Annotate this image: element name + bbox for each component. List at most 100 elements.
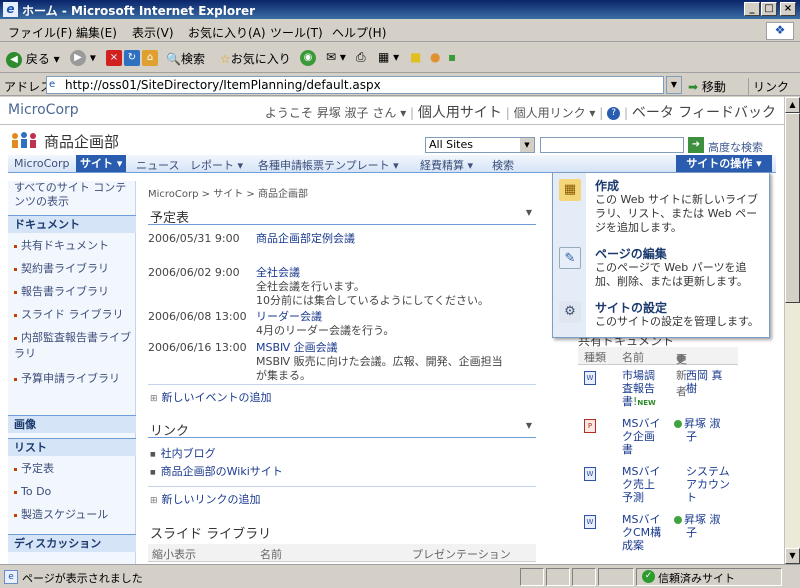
event-title[interactable]: 全社会議 bbox=[256, 266, 300, 279]
nav-expenses[interactable]: 経費精算 ▾ bbox=[420, 157, 473, 173]
breadcrumb[interactable]: MicroCorp > サイト > 商品企画部 bbox=[148, 185, 308, 200]
address-dropdown-button[interactable]: ▼ bbox=[666, 76, 682, 94]
advanced-search-link[interactable]: 高度な検索 bbox=[708, 139, 763, 155]
slides-title[interactable]: スライド ライブラリ bbox=[150, 523, 271, 542]
doc-name-link[interactable]: MSバイ ク企画 書 bbox=[622, 417, 670, 456]
view-all-content-link[interactable]: すべてのサイト コンテンツの表示 bbox=[14, 181, 132, 209]
ql-item-reports[interactable]: 報告書ライブラリ bbox=[14, 284, 132, 300]
go-button[interactable]: ➡ 移動 bbox=[688, 78, 726, 95]
print-button[interactable]: ⎙ bbox=[356, 50, 366, 65]
add-event-link[interactable]: 新しいイベントの追加 bbox=[150, 389, 272, 405]
doc-user-link[interactable]: 西岡 真 樹 bbox=[686, 369, 736, 395]
scroll-down-button[interactable]: ▼ bbox=[785, 548, 800, 564]
doc-user-link[interactable]: 昇塚 淑 子 bbox=[674, 513, 724, 539]
event-title[interactable]: MSBⅣ 企画会議 bbox=[256, 341, 338, 354]
site-actions-button[interactable]: サイトの操作 ▾ bbox=[676, 155, 772, 172]
col-name[interactable]: 名前 bbox=[260, 546, 282, 562]
nav-news[interactable]: ニュース bbox=[136, 157, 179, 173]
ql-item-contracts[interactable]: 契約書ライブラリ bbox=[14, 261, 132, 277]
menu-tools[interactable]: ツール(T) bbox=[270, 24, 323, 41]
menu-help[interactable]: ヘルプ(H) bbox=[332, 24, 386, 41]
nav-site[interactable]: サイト ▾ bbox=[76, 155, 127, 172]
col-doc-name[interactable]: 名前 bbox=[622, 349, 644, 365]
mail-button[interactable]: ✉ ▾ bbox=[326, 50, 346, 64]
favorites-button[interactable]: ☆お気に入り bbox=[220, 50, 291, 67]
ql-item-shared-docs[interactable]: 共有ドキュメント bbox=[14, 238, 132, 254]
link-item[interactable]: 商品企画部のWikiサイト bbox=[150, 463, 283, 479]
doc-user-link[interactable]: 昇塚 淑 子 bbox=[674, 417, 724, 443]
menu-file[interactable]: ファイル(F) bbox=[8, 24, 72, 41]
doc-name-link[interactable]: 市場調 査報告 書!NEW bbox=[622, 369, 670, 410]
links-title[interactable]: リンク bbox=[150, 420, 189, 439]
ql-heading-lists[interactable]: リスト bbox=[8, 438, 136, 456]
search-scope-select[interactable]: All Sites ▼ bbox=[425, 137, 535, 153]
vertical-scrollbar[interactable]: ▲ ▼ bbox=[784, 97, 800, 564]
research-button[interactable]: ▪ bbox=[448, 50, 456, 64]
nav-search[interactable]: 検索 bbox=[492, 157, 514, 173]
scroll-thumb[interactable] bbox=[785, 113, 800, 303]
ql-heading-discussion[interactable]: ディスカッション bbox=[8, 534, 136, 552]
add-link-link[interactable]: 新しいリンクの追加 bbox=[150, 491, 261, 507]
col-thumbnail[interactable]: 縮小表示 bbox=[152, 546, 196, 562]
close-button[interactable]: × bbox=[780, 2, 796, 16]
help-icon[interactable]: ? bbox=[607, 107, 621, 120]
ppt-doc-icon[interactable]: P bbox=[584, 419, 596, 433]
col-presentation[interactable]: プレゼンテーション bbox=[412, 546, 511, 562]
ql-heading-documents[interactable]: ドキュメント bbox=[8, 215, 136, 233]
menu-view[interactable]: 表示(V) bbox=[132, 24, 174, 41]
event-title[interactable]: 商品企画部定例会議 bbox=[256, 232, 355, 245]
nav-microcorp[interactable]: MicroCorp bbox=[14, 157, 70, 170]
event-title[interactable]: リーダー会議 bbox=[256, 310, 322, 323]
doc-name-link[interactable]: MSバイ ク売上 予測 bbox=[622, 465, 670, 504]
menu-item-create[interactable]: ▦ 作成 この Web サイトに新しいライブラリ、リスト、または Web ページ… bbox=[553, 175, 769, 235]
media-button[interactable]: ◉ bbox=[300, 50, 316, 66]
address-input[interactable]: http://oss01/SiteDirectory/ItemPlanning/… bbox=[46, 76, 664, 94]
maximize-button[interactable]: □ bbox=[761, 2, 777, 16]
link-item[interactable]: 社内ブログ bbox=[150, 445, 216, 461]
scroll-up-button[interactable]: ▲ bbox=[785, 97, 800, 113]
col-type[interactable]: 種類 bbox=[584, 349, 606, 365]
back-button[interactable]: ◀ 戻る ▾ bbox=[6, 50, 60, 68]
create-icon: ▦ bbox=[559, 179, 581, 201]
messenger-button[interactable]: ● bbox=[430, 50, 440, 64]
menu-edit[interactable]: 編集(E) bbox=[76, 24, 117, 41]
search-go-button[interactable]: ➜ bbox=[688, 137, 704, 153]
home-button[interactable]: ⌂ bbox=[142, 50, 158, 66]
beta-feedback-link[interactable]: ベータ フィードバック bbox=[632, 105, 776, 121]
menu-item-site-settings[interactable]: ⚙ サイトの設定 このサイトの設定を管理します。 bbox=[553, 297, 769, 335]
doc-user-link[interactable]: システム アカウン ト bbox=[686, 465, 736, 504]
calendar-title[interactable]: 予定表 bbox=[150, 207, 189, 226]
menu-favorites[interactable]: お気に入り(A) bbox=[188, 24, 266, 41]
ql-item-slides[interactable]: スライド ライブラリ bbox=[14, 307, 132, 323]
edit-button[interactable]: ▦ ▾ bbox=[378, 50, 399, 64]
nav-templates[interactable]: 各種申請帳票テンプレート ▾ bbox=[258, 157, 399, 173]
discuss-button[interactable]: ■ bbox=[410, 50, 421, 64]
webpart-menu-icon[interactable]: ▼ bbox=[526, 421, 532, 430]
ql-item-calendar[interactable]: 予定表 bbox=[14, 461, 132, 477]
word-doc-icon[interactable]: W bbox=[584, 371, 596, 385]
search-input[interactable] bbox=[540, 137, 684, 153]
word-doc-icon[interactable]: W bbox=[584, 515, 596, 529]
ql-item-production[interactable]: 製造スケジュール bbox=[14, 507, 132, 523]
site-title[interactable]: 商品企画部 bbox=[44, 131, 119, 152]
ql-item-budget[interactable]: 予算申請ライブラリ bbox=[14, 371, 132, 387]
doc-name-link[interactable]: MSバイ クCM構 成案 bbox=[622, 513, 670, 552]
my-site-link[interactable]: 個人用サイト bbox=[418, 105, 502, 121]
my-links-menu[interactable]: 個人用リンク ▾ bbox=[514, 106, 596, 120]
word-doc-icon[interactable]: W bbox=[584, 467, 596, 481]
ql-heading-images[interactable]: 画像 bbox=[8, 415, 136, 433]
nav-reports[interactable]: レポート ▾ bbox=[190, 157, 243, 173]
stop-button[interactable]: × bbox=[106, 50, 122, 66]
portal-brand-link[interactable]: MicroCorp bbox=[8, 102, 79, 118]
refresh-button[interactable]: ↻ bbox=[124, 50, 140, 66]
webpart-menu-icon[interactable]: ▼ bbox=[526, 208, 532, 217]
edit-page-icon: ✎ bbox=[559, 247, 581, 269]
forward-button[interactable]: ▶ ▾ bbox=[70, 50, 96, 66]
menu-item-edit-page[interactable]: ✎ ページの編集 このページで Web パーツを追加、削除、または更新します。 bbox=[553, 243, 769, 291]
ql-item-todo[interactable]: To Do bbox=[14, 484, 132, 500]
welcome-menu[interactable]: ようこそ 昇塚 淑子 さん ▾ bbox=[265, 106, 406, 120]
ql-item-audit[interactable]: 内部監査報告書ライブラリ bbox=[14, 330, 132, 362]
minimize-button[interactable]: _ bbox=[744, 2, 760, 16]
search-button[interactable]: 🔍検索 bbox=[166, 50, 205, 67]
links-button[interactable]: リンク bbox=[748, 78, 789, 95]
